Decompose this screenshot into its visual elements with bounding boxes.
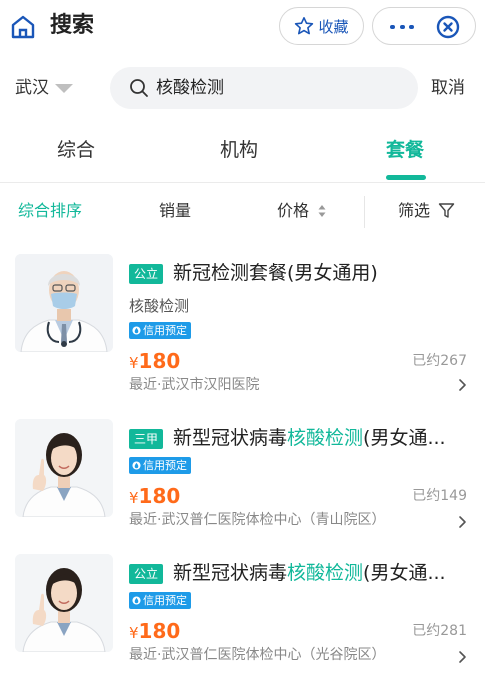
product-card[interactable]: 公立 新型冠状病毒核酸检测(男女通... 信用预定 ¥180 已约281 最近·… [0, 554, 485, 676]
hospital-level-badge: 公立 [129, 264, 164, 284]
hospital-level-badge: 三甲 [129, 429, 164, 449]
cancel-button[interactable]: 取消 [431, 76, 465, 100]
divider [364, 196, 365, 228]
product-name: 新型冠状病毒核酸检测(男女通... [173, 427, 446, 449]
chevron-right-icon[interactable] [458, 378, 467, 392]
price: ¥180 [129, 349, 181, 373]
booked-count: 已约149 [412, 488, 467, 504]
search-input[interactable]: 核酸检测 [110, 67, 418, 109]
nearest-hospital: 最近·武汉普仁医院体检中心（青山院区） [129, 512, 386, 528]
chevron-right-icon[interactable] [458, 650, 467, 664]
favorite-button[interactable]: 收藏 [279, 7, 364, 45]
city-selector[interactable]: 武汉 [15, 76, 49, 100]
booked-count: 已约281 [412, 623, 467, 639]
booked-count: 已约267 [412, 353, 467, 369]
page-title: 搜索 [50, 13, 95, 38]
search-query: 核酸检测 [156, 78, 224, 98]
price: ¥180 [129, 484, 181, 508]
nearest-hospital: 最近·武汉市汉阳医院 [129, 377, 260, 393]
tab-comprehensive[interactable]: 综合 [57, 136, 95, 164]
credit-booking-badge: 信用预定 [129, 592, 191, 609]
top-bar: 搜索 收藏 [0, 0, 485, 54]
sort-arrows-icon[interactable] [318, 204, 326, 218]
mini-program-capsule [372, 7, 476, 45]
hospital-level-badge: 公立 [129, 564, 164, 584]
credit-icon [132, 461, 141, 470]
filter-button[interactable]: 筛选 [398, 199, 430, 223]
female-doctor-photo [15, 419, 113, 517]
close-icon[interactable] [435, 14, 461, 40]
divider [0, 182, 485, 183]
favorite-label: 收藏 [318, 17, 349, 36]
product-subtitle: 核酸检测 [129, 297, 190, 315]
nearest-hospital: 最近·武汉普仁医院体检中心（光谷院区） [129, 647, 386, 663]
chevron-down-icon[interactable] [55, 84, 73, 93]
sort-comprehensive[interactable]: 综合排序 [18, 199, 82, 223]
credit-booking-badge: 信用预定 [129, 322, 191, 339]
chevron-right-icon[interactable] [458, 515, 467, 529]
filter-icon[interactable] [438, 202, 455, 219]
sort-price[interactable]: 价格 [277, 199, 309, 223]
tab-package[interactable]: 套餐 [386, 136, 424, 164]
credit-icon [132, 596, 141, 605]
home-icon[interactable] [10, 14, 36, 40]
product-name: 新型冠状病毒核酸检测(男女通... [173, 562, 446, 584]
product-card[interactable]: 公立 新冠检测套餐(男女通用) 核酸检测 信用预定 ¥180 已约267 最近·… [0, 254, 485, 393]
star-icon [295, 17, 314, 35]
search-icon [130, 79, 148, 97]
credit-icon [132, 326, 141, 335]
product-name: 新冠检测套餐(男女通用) [173, 262, 378, 284]
more-icon[interactable] [390, 25, 414, 29]
female-doctor-photo [15, 554, 113, 652]
tab-institution[interactable]: 机构 [220, 136, 258, 164]
male-doctor-photo [15, 254, 113, 352]
active-tab-indicator [386, 175, 426, 180]
credit-booking-badge: 信用预定 [129, 457, 191, 474]
price: ¥180 [129, 619, 181, 643]
product-card[interactable]: 三甲 新型冠状病毒核酸检测(男女通... 信用预定 ¥180 已约149 最近·… [0, 419, 485, 547]
sort-sales[interactable]: 销量 [159, 199, 191, 223]
